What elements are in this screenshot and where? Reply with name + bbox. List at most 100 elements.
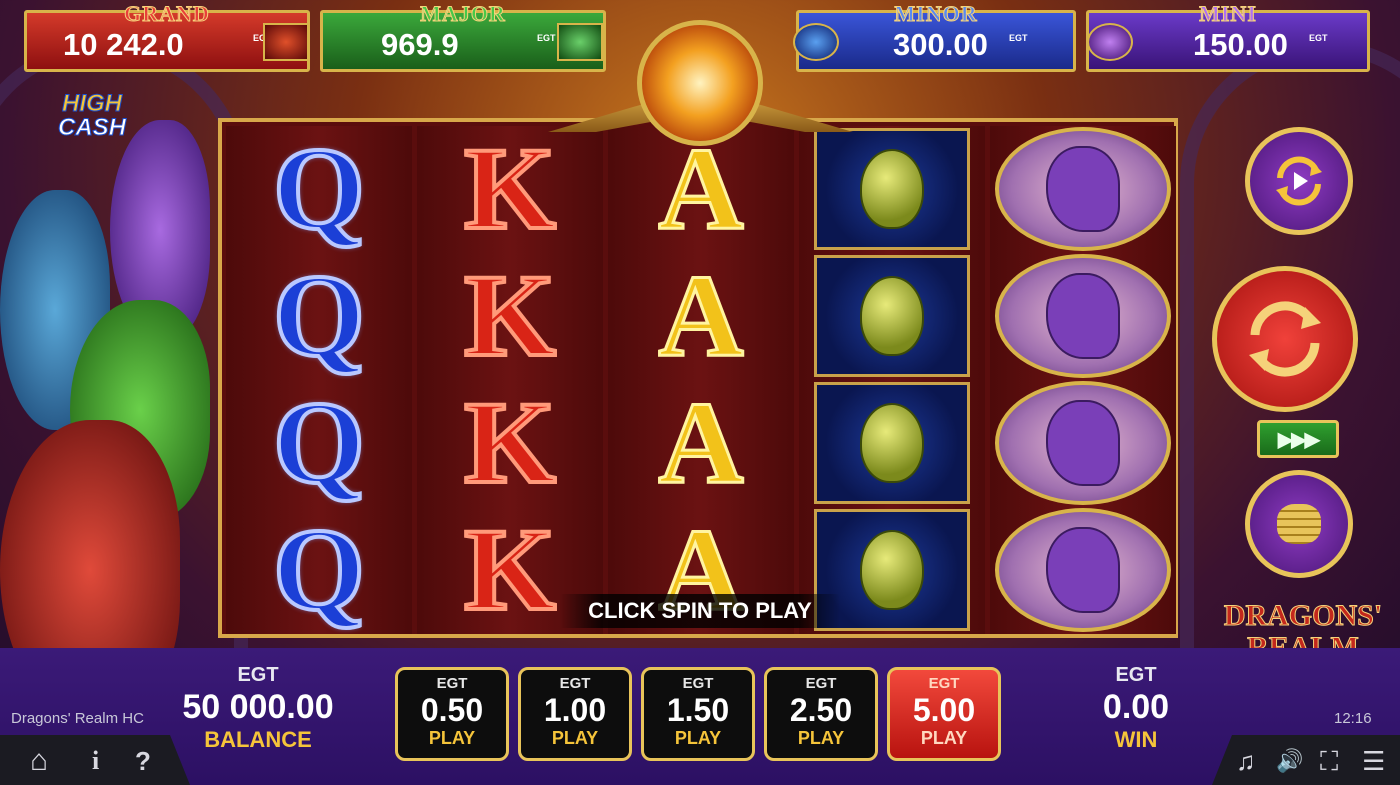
symbol-dragon (990, 380, 1176, 506)
bet-button-1-50[interactable]: EGT 1.50 PLAY (641, 667, 755, 761)
bet-currency: EGT (436, 675, 468, 692)
symbol-k: K (462, 250, 558, 381)
autoplay-icon (1276, 156, 1322, 206)
bet-currency: EGT (805, 675, 837, 692)
dragons-artwork (0, 120, 210, 720)
jackpot-minor-currency: EGT (1009, 33, 1028, 43)
turbo-button[interactable]: ▶▶▶ (1257, 420, 1339, 458)
clock: 12:16 (1334, 710, 1372, 727)
balance-label: BALANCE (204, 727, 312, 752)
symbol-egg (799, 380, 985, 506)
autoplay-button[interactable] (1245, 127, 1353, 235)
dragon-portrait (995, 508, 1171, 632)
symbol-a: A (657, 377, 745, 508)
egg-frame (814, 255, 970, 377)
bet-button-0-50[interactable]: EGT 0.50 PLAY (395, 667, 509, 761)
purple-dragon-icon (1046, 400, 1120, 486)
bet-button-5-00[interactable]: EGT 5.00 PLAY (887, 667, 1001, 761)
spin-button[interactable] (1212, 266, 1358, 412)
balance-display: EGT 50 000.00 BALANCE (160, 664, 356, 753)
symbol-egg (799, 253, 985, 379)
home-icon[interactable]: ⌂ (30, 746, 48, 776)
dragon-portrait (995, 127, 1171, 251)
bet-play-label: PLAY (674, 728, 722, 748)
jackpot-grand: GRAND 10 242.0 EGT (24, 1, 310, 72)
symbol-q: Q (271, 250, 367, 381)
blue-dragon-icon (793, 23, 839, 61)
symbol-k: K (462, 123, 558, 254)
fullscreen-icon[interactable]: ⛶ (1320, 748, 1338, 774)
help-icon[interactable]: ? (135, 748, 151, 774)
dragons-realm-logo-line1: DRAGONS' (1223, 599, 1383, 632)
purple-dragon-icon (1087, 23, 1133, 61)
game-name: Dragons' Realm HC (11, 710, 144, 727)
bet-button-2-50[interactable]: EGT 2.50 PLAY (764, 667, 878, 761)
reel-1: Q Q Q Q (226, 126, 412, 634)
bet-value: 2.50 (789, 692, 853, 728)
purple-dragon-icon (1046, 273, 1120, 359)
egg-frame (814, 382, 970, 504)
jackpot-minor: MINOR 300.00 EGT (793, 1, 1076, 72)
fire-orb-icon (637, 20, 763, 146)
bet-play-label: PLAY (797, 728, 845, 748)
music-icon[interactable]: ♫ (1236, 748, 1256, 774)
win-currency: EGT (1115, 664, 1157, 686)
bet-value: 1.00 (543, 692, 607, 728)
balance-currency: EGT (237, 664, 279, 686)
symbol-q: Q (271, 123, 367, 254)
dragon-egg-icon (860, 276, 924, 356)
jackpot-minor-title: MINOR (894, 1, 978, 27)
jackpot-major-currency: EGT (537, 33, 556, 43)
reels-area: Q Q Q Q K K K K A A A A (218, 118, 1178, 638)
dragon-egg-icon (860, 149, 924, 229)
win-amount: 0.00 (1102, 688, 1170, 726)
symbol-egg (799, 126, 985, 252)
jackpot-major-value: 969.9 (381, 27, 459, 62)
win-label: WIN (1114, 727, 1158, 752)
jackpot-grand-value: 10 242.0 (63, 27, 184, 62)
dragon-egg-icon (860, 403, 924, 483)
symbol-q: Q (271, 504, 367, 635)
green-dragon-icon (557, 23, 603, 61)
bet-play-label: PLAY (551, 728, 599, 748)
bet-play-label: PLAY (920, 728, 968, 748)
symbol-dragon (990, 126, 1176, 252)
symbol-k: K (462, 377, 558, 508)
coins-icon (1277, 504, 1321, 544)
purple-dragon-icon (1046, 527, 1120, 613)
symbol-dragon (990, 507, 1176, 633)
jackpot-minor-value: 300.00 (893, 27, 988, 62)
sound-icon[interactable]: 🔊 (1276, 748, 1303, 774)
win-display: EGT 0.00 WIN (1066, 664, 1206, 753)
bet-coins-button[interactable] (1245, 470, 1353, 578)
reel-2: K K K K (417, 126, 603, 634)
symbol-q: Q (271, 377, 367, 508)
dragon-egg-icon (860, 530, 924, 610)
balance-amount: 50 000.00 (182, 688, 334, 726)
bet-value: 1.50 (666, 692, 730, 728)
spin-icon (1249, 301, 1321, 377)
bet-currency: EGT (682, 675, 714, 692)
purple-dragon-icon (1046, 146, 1120, 232)
red-dragon-icon (263, 23, 309, 61)
menu-icon[interactable]: ☰ (1362, 748, 1385, 774)
high-cash-logo: HIGH CASH (42, 90, 142, 146)
egg-frame (814, 128, 970, 250)
dragon-portrait (995, 381, 1171, 505)
jackpot-mini-currency: EGT (1309, 33, 1328, 43)
symbol-a: A (657, 250, 745, 381)
high-cash-logo-line1: HIGH (62, 90, 123, 117)
bet-value: 0.50 (420, 692, 484, 728)
info-icon[interactable]: i (92, 748, 99, 774)
bet-currency: EGT (559, 675, 591, 692)
jackpot-major: MAJOR 969.9 EGT (320, 1, 606, 72)
high-cash-logo-line2: CASH (57, 114, 126, 141)
bet-play-label: PLAY (428, 728, 476, 748)
jackpot-mini-title: MINI (1199, 1, 1257, 27)
bet-button-1-00[interactable]: EGT 1.00 PLAY (518, 667, 632, 761)
reel-4 (799, 126, 985, 634)
dragon-portrait (995, 254, 1171, 378)
bet-currency: EGT (928, 675, 960, 692)
reel-3: A A A A (608, 126, 794, 634)
bet-value: 5.00 (912, 692, 976, 728)
